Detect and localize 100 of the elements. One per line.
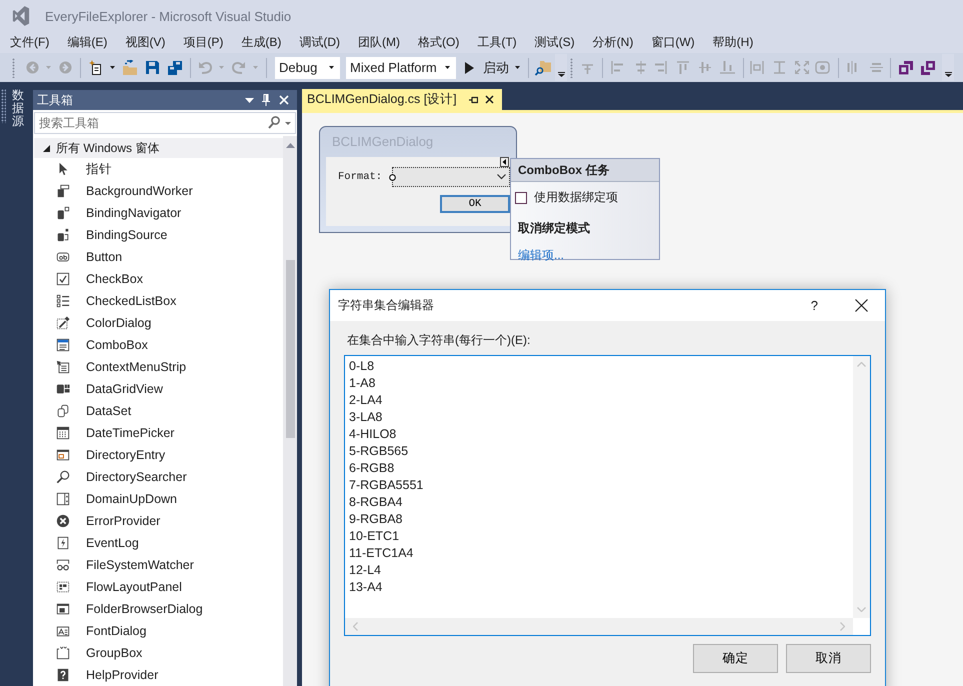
- text-area-field[interactable]: 0-L8 1-A8 2-LA4 3-LA8 4-HILO8 5-RGB565 6-RGB8 7-RGBA5551 8-RGBA4 9-RGBA8 10-ETC1 11-ETC1A4 12-L4 13-A4: [344, 355, 871, 636]
- toolbox-item[interactable]: GroupBox: [33, 642, 283, 664]
- toolbox-item[interactable]: CheckedListBox: [33, 290, 283, 312]
- menu-item[interactable]: 视图(V): [116, 33, 174, 52]
- horizontal-scrollbar[interactable]: [345, 618, 853, 635]
- toolbox-item[interactable]: EventLog: [33, 532, 283, 554]
- toolbox-item[interactable]: FontDialog: [33, 620, 283, 642]
- text-line: 1-A8: [349, 375, 376, 392]
- toolbox-item[interactable]: Button: [33, 246, 283, 268]
- search-field[interactable]: 搜索工具箱: [34, 112, 296, 134]
- toolbar-overflow-button[interactable]: [942, 54, 954, 81]
- toolbar-overflow-button[interactable]: [555, 54, 567, 81]
- pin-icon[interactable]: [469, 96, 478, 104]
- combobox-control[interactable]: [392, 167, 510, 187]
- toolbox-item[interactable]: CheckBox: [33, 268, 283, 290]
- error-circle-icon: [56, 514, 70, 528]
- cylinders-icon: [56, 404, 70, 418]
- scroll-down-icon[interactable]: [857, 607, 866, 612]
- new-document-sparkle-icon[interactable]: [89, 60, 103, 75]
- dropdown-caret-icon[interactable]: [515, 66, 520, 69]
- resize-handle-icon[interactable]: [389, 174, 396, 181]
- toolbox-item[interactable]: DateTimePicker: [33, 422, 283, 444]
- toolbox-item[interactable]: 指针: [33, 158, 283, 180]
- ok-button[interactable]: OK: [440, 195, 510, 213]
- toolbox-item[interactable]: DomainUpDown: [33, 488, 283, 510]
- dropdown-caret-icon[interactable]: [445, 66, 450, 69]
- close-icon[interactable]: [485, 95, 494, 104]
- toolbox-item[interactable]: BindingNavigator: [33, 202, 283, 224]
- configuration-dropdown[interactable]: Debug: [275, 56, 340, 78]
- scrollbar-thumb[interactable]: [286, 260, 294, 438]
- dropdown-caret-icon[interactable]: [245, 98, 254, 102]
- menu-item[interactable]: 生成(B): [232, 33, 290, 52]
- play-icon: [465, 62, 474, 74]
- toolbox-item[interactable]: ErrorProvider: [33, 510, 283, 532]
- menu-item[interactable]: 调试(D): [290, 33, 349, 52]
- help-button[interactable]: ?: [810, 298, 818, 313]
- scroll-up-icon[interactable]: [286, 143, 294, 148]
- expand-triangle-icon[interactable]: [43, 144, 50, 152]
- smart-tag-arrow-icon[interactable]: [500, 157, 509, 167]
- scroll-right-icon[interactable]: [840, 622, 845, 631]
- ok-button[interactable]: 确定: [693, 644, 778, 673]
- platform-dropdown[interactable]: Mixed Platform: [346, 56, 456, 78]
- checkbox[interactable]: [515, 192, 527, 204]
- menu-item[interactable]: 窗口(W): [642, 33, 704, 52]
- save-all-icon[interactable]: [168, 60, 182, 74]
- text-line: 10-ETC1: [349, 528, 400, 545]
- menu-item[interactable]: 分析(N): [584, 33, 642, 52]
- cancel-button[interactable]: 取消: [786, 644, 871, 673]
- menu-item[interactable]: 团队(M): [349, 33, 409, 52]
- toolbox-item[interactable]: DataSet: [33, 400, 283, 422]
- text-line: 0-L8: [349, 358, 374, 375]
- pin-icon[interactable]: [262, 94, 270, 106]
- menu-window-icon: [56, 360, 70, 374]
- toolbox-item[interactable]: ComboBox: [33, 334, 283, 356]
- vertical-scrollbar[interactable]: [853, 356, 870, 618]
- grid-blocks-icon: [56, 382, 70, 396]
- menu-item[interactable]: 测试(S): [526, 33, 584, 52]
- close-icon[interactable]: [855, 299, 868, 312]
- search-icon[interactable]: [268, 116, 280, 129]
- menu-item[interactable]: 格式(O): [409, 33, 468, 52]
- toolbox-item[interactable]: FileSystemWatcher: [33, 554, 283, 576]
- component-block-icon: [56, 228, 70, 242]
- folder-magnifier-icon[interactable]: [535, 60, 551, 76]
- toolbox-item[interactable]: BackgroundWorker: [33, 180, 283, 202]
- overlapping-squares-icon[interactable]: [921, 60, 935, 74]
- save-icon[interactable]: [146, 61, 159, 74]
- menu-item[interactable]: 项目(P): [174, 33, 232, 52]
- start-button[interactable]: 启动: [465, 58, 509, 76]
- toolbox-item[interactable]: FlowLayoutPanel: [33, 576, 283, 598]
- toolbox-group-header[interactable]: 所有 Windows 窗体: [34, 138, 283, 158]
- text-line: 11-ETC1A4: [349, 545, 414, 562]
- toolbox-item[interactable]: DirectorySearcher: [33, 466, 283, 488]
- vertical-scrollbar[interactable]: [283, 136, 297, 686]
- text-line: 2-LA4: [349, 392, 382, 409]
- scroll-left-icon[interactable]: [353, 622, 358, 631]
- side-tab[interactable]: 数据源: [12, 89, 24, 129]
- window-title: EveryFileExplorer - Microsoft Visual Studio: [45, 8, 292, 24]
- edit-items-link[interactable]: 编辑项...: [518, 247, 564, 264]
- menu-item[interactable]: 工具(T): [468, 33, 526, 52]
- dropdown-caret-icon[interactable]: [329, 66, 334, 69]
- dropdown-caret-icon[interactable]: [110, 66, 115, 69]
- toolbox-item[interactable]: ColorDialog: [33, 312, 283, 334]
- menu-item[interactable]: 文件(F): [1, 33, 58, 52]
- toolbox-item[interactable]: DataGridView: [33, 378, 283, 400]
- grip-icon[interactable]: [12, 58, 15, 78]
- toolbox-item[interactable]: FolderBrowserDialog: [33, 598, 283, 620]
- overlapping-squares-icon[interactable]: [899, 60, 913, 74]
- toolbox-item[interactable]: ContextMenuStrip: [33, 356, 283, 378]
- toolbox-item[interactable]: BindingSource: [33, 224, 283, 246]
- text-line: 9-RGBA8: [349, 511, 402, 528]
- section-heading: 取消绑定模式: [518, 220, 590, 237]
- document-tab[interactable]: BCLIMGenDialog.cs [设计]: [302, 89, 502, 110]
- menu-item[interactable]: 帮助(H): [704, 33, 762, 52]
- grip-icon[interactable]: [570, 58, 573, 78]
- scroll-up-icon[interactable]: [857, 362, 866, 367]
- text-line: 13-A4: [349, 579, 382, 596]
- open-folder-icon[interactable]: [122, 60, 138, 75]
- toolbox-item[interactable]: HelpProvider: [33, 664, 283, 686]
- toolbox-item[interactable]: DirectoryEntry: [33, 444, 283, 466]
- menu-item[interactable]: 编辑(E): [58, 33, 116, 52]
